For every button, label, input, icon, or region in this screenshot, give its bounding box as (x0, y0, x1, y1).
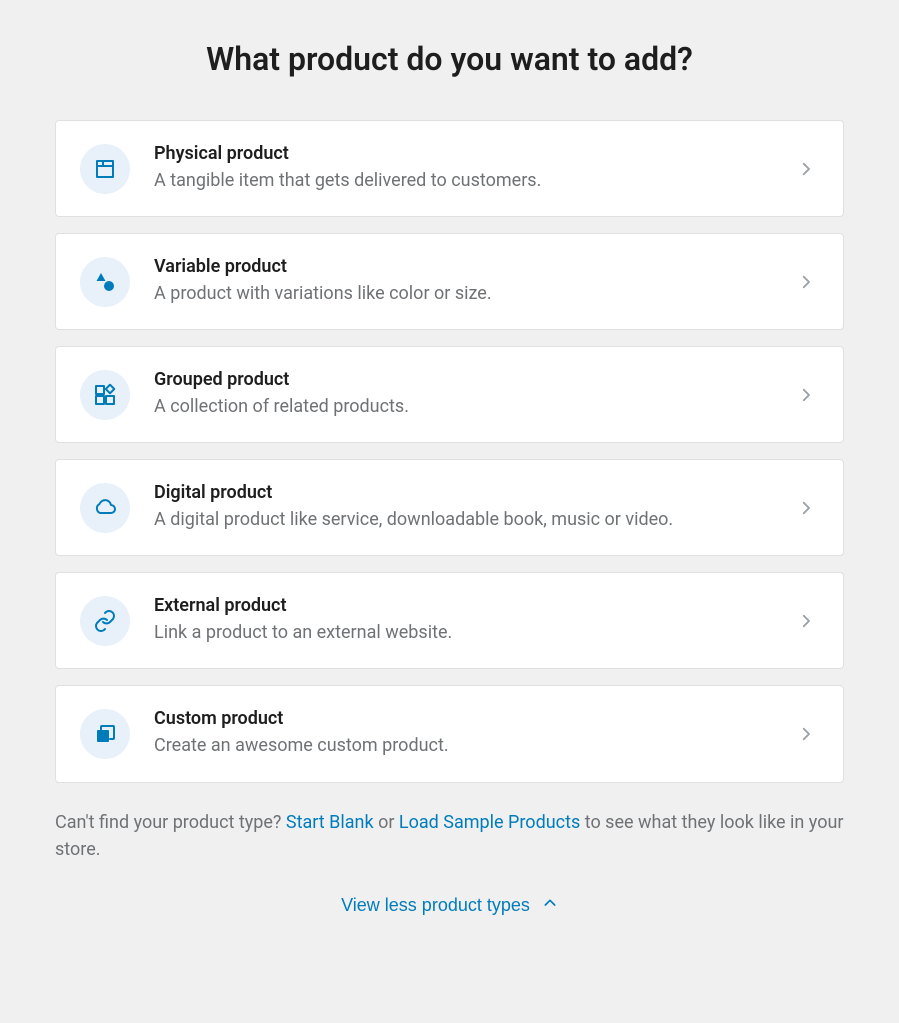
product-option-physical[interactable]: Physical product A tangible item that ge… (55, 120, 844, 217)
chevron-right-icon (797, 612, 815, 630)
card-desc: A digital product like service, download… (154, 507, 773, 533)
card-body: Custom product Create an awesome custom … (154, 708, 773, 759)
chevron-up-icon (542, 895, 558, 916)
card-title: Physical product (154, 143, 773, 164)
product-option-variable[interactable]: Variable product A product with variatio… (55, 233, 844, 330)
shapes-icon (80, 257, 130, 307)
cloud-icon (80, 483, 130, 533)
card-title: External product (154, 595, 773, 616)
chevron-right-icon (797, 499, 815, 517)
page-heading: What product do you want to add? (55, 40, 844, 78)
card-body: External product Link a product to an ex… (154, 595, 773, 646)
chevron-right-icon (797, 273, 815, 291)
card-title: Custom product (154, 708, 773, 729)
copy-icon (80, 709, 130, 759)
card-desc: A collection of related products. (154, 394, 773, 420)
card-desc: A product with variations like color or … (154, 281, 773, 307)
card-desc: Create an awesome custom product. (154, 733, 773, 759)
toggle-label: View less product types (341, 895, 530, 916)
view-less-toggle[interactable]: View less product types (331, 889, 568, 922)
helper-prefix: Can't find your product type? (55, 812, 286, 833)
card-body: Grouped product A collection of related … (154, 369, 773, 420)
chevron-right-icon (797, 725, 815, 743)
card-body: Variable product A product with variatio… (154, 256, 773, 307)
grid-icon (80, 370, 130, 420)
chevron-right-icon (797, 386, 815, 404)
product-option-grouped[interactable]: Grouped product A collection of related … (55, 346, 844, 443)
chevron-right-icon (797, 160, 815, 178)
card-title: Digital product (154, 482, 773, 503)
card-title: Variable product (154, 256, 773, 277)
card-desc: A tangible item that gets delivered to c… (154, 168, 773, 194)
toggle-row: View less product types (55, 889, 844, 922)
card-body: Digital product A digital product like s… (154, 482, 773, 533)
box-icon (80, 144, 130, 194)
load-sample-products-link[interactable]: Load Sample Products (399, 812, 580, 833)
link-icon (80, 596, 130, 646)
product-option-digital[interactable]: Digital product A digital product like s… (55, 459, 844, 556)
start-blank-link[interactable]: Start Blank (286, 812, 374, 833)
card-title: Grouped product (154, 369, 773, 390)
add-product-page: What product do you want to add? Physica… (0, 0, 899, 1023)
helper-text: Can't find your product type? Start Blan… (55, 809, 844, 863)
card-desc: Link a product to an external website. (154, 620, 773, 646)
card-body: Physical product A tangible item that ge… (154, 143, 773, 194)
product-option-custom[interactable]: Custom product Create an awesome custom … (55, 685, 844, 782)
helper-middle: or (374, 812, 399, 833)
product-option-external[interactable]: External product Link a product to an ex… (55, 572, 844, 669)
